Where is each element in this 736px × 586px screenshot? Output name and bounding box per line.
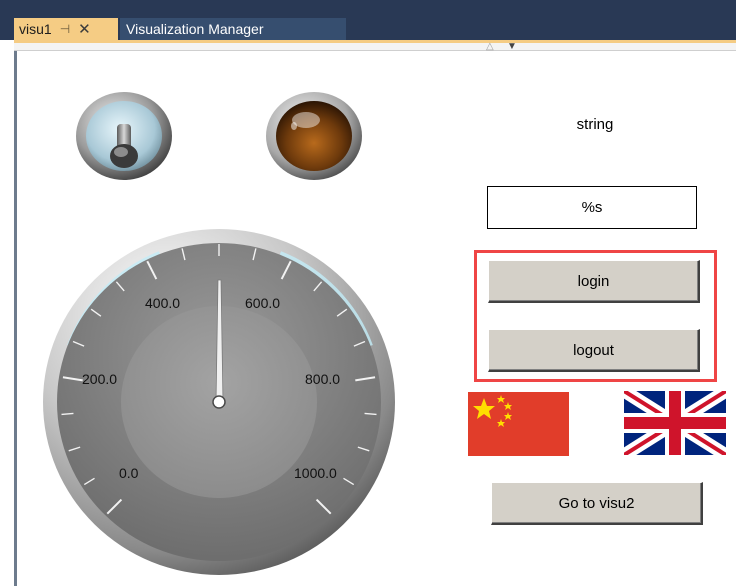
gauge-label-400: 400.0 (145, 295, 180, 311)
indicator-lamp (266, 92, 362, 180)
document-tab-bar: visu1 ⊣ ✕ Visualization Manager (0, 0, 736, 40)
toggle-switch[interactable] (74, 90, 174, 182)
go-to-visu2-button[interactable]: Go to visu2 (491, 482, 703, 525)
close-icon[interactable]: ✕ (78, 20, 91, 38)
gauge-label-800: 800.0 (305, 371, 340, 387)
collapse-up-icon[interactable]: △ (486, 42, 494, 52)
gauge-hub (212, 395, 226, 409)
gauge-tick (61, 412, 74, 416)
string-text-field[interactable]: %s (487, 186, 697, 229)
gauge-label-1000: 1000.0 (294, 465, 337, 481)
uk-flag-icon[interactable] (624, 391, 726, 455)
tab-visualization-manager-label: Visualization Manager (126, 21, 264, 37)
gauge-label-0: 0.0 (119, 465, 139, 481)
gauge-tick (364, 412, 377, 416)
view-splitter[interactable]: △ ▼ (14, 42, 736, 52)
logout-button[interactable]: logout (488, 329, 700, 372)
speed-gauge: 400.0 600.0 200.0 800.0 0.0 1000.0 (43, 229, 395, 575)
login-button[interactable]: login (488, 260, 700, 303)
tab-visu1-label: visu1 (19, 21, 52, 37)
china-flag-icon[interactable] (468, 392, 569, 456)
tab-visu1[interactable]: visu1 ⊣ ✕ (14, 18, 118, 40)
gauge-label-200: 200.0 (82, 371, 117, 387)
string-label: string (576, 116, 614, 133)
pin-icon[interactable]: ⊣ (60, 22, 70, 36)
expand-down-icon[interactable]: ▼ (507, 42, 517, 52)
gauge-label-600: 600.0 (245, 295, 280, 311)
tab-visualization-manager[interactable]: Visualization Manager (120, 18, 346, 40)
